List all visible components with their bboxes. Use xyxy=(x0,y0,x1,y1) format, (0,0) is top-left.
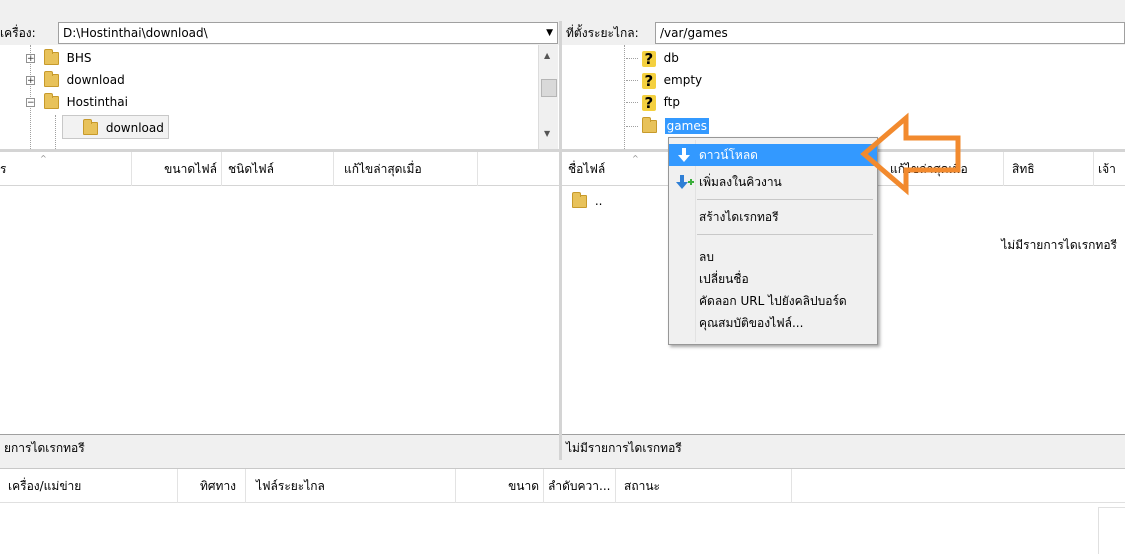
remote-tree-item-selected[interactable]: games xyxy=(626,115,709,137)
top-strip xyxy=(0,0,1125,21)
tree-item-label: BHS xyxy=(66,51,92,65)
local-tree-item[interactable]: − Hostinthai xyxy=(26,91,128,113)
column-header-owner[interactable]: เจ้า xyxy=(1094,152,1125,186)
remote-empty-message: ไม่มีรายการไดเรกทอรี xyxy=(1001,238,1117,252)
column-header-size[interactable]: ขนาด xyxy=(456,469,544,503)
queue-scrollbar[interactable] xyxy=(1098,507,1125,554)
folder-icon xyxy=(572,192,587,208)
column-header-type[interactable]: ชนิดไฟล์ xyxy=(222,152,334,186)
remote-tree-item[interactable]: ? empty xyxy=(626,69,702,91)
tree-item-label: download xyxy=(105,121,164,135)
menu-item-create-directory[interactable]: สร้างไดเรกทอรี xyxy=(669,206,877,228)
column-header-filename[interactable]: ^ ร xyxy=(0,152,132,186)
collapse-icon[interactable]: − xyxy=(26,98,35,108)
tree-item-label: db xyxy=(663,51,679,65)
local-path-value: D:\Hostinthai\download\ xyxy=(63,26,208,40)
local-path-bar: เครื่อง: D:\Hostinthai\download\ ▼ xyxy=(0,21,560,45)
queue-header: เครื่อง/แม่ข่าย ทิศทาง ไฟล์ระยะไกล ขนาด … xyxy=(0,469,1125,503)
column-header-server[interactable]: เครื่อง/แม่ข่าย xyxy=(0,469,178,503)
menu-item-delete[interactable]: ลบ xyxy=(669,246,877,268)
parent-dir-row[interactable]: .. xyxy=(572,192,603,208)
tree-guide xyxy=(624,45,625,149)
remote-status-text: ไม่มีรายการไดเรกทอรี xyxy=(566,441,682,455)
tree-item-label: games xyxy=(664,118,709,134)
column-header-remote-file[interactable]: ไฟล์ระยะไกล xyxy=(246,469,456,503)
column-header-direction[interactable]: ทิศทาง xyxy=(178,469,246,503)
add-to-queue-icon xyxy=(676,175,694,189)
local-tree-scrollbar[interactable]: ▲ ▼ xyxy=(538,45,558,149)
queue-separator[interactable] xyxy=(0,460,1125,469)
menu-item-label: เพิ่มลงในคิวงาน xyxy=(699,175,782,189)
menu-item-add-to-queue[interactable]: เพิ่มลงในคิวงาน xyxy=(669,171,877,193)
local-tree-item[interactable]: + download xyxy=(26,69,125,91)
sort-up-icon: ^ xyxy=(40,154,47,163)
tree-item-label: download xyxy=(66,73,125,87)
scroll-up-icon[interactable]: ▲ xyxy=(544,51,550,60)
menu-item-copy-url[interactable]: คัดลอก URL ไปยังคลิปบอร์ด xyxy=(669,290,877,312)
menu-item-label: ดาวน์โหลด xyxy=(699,148,758,162)
column-header-priority[interactable]: ลำดับควา... xyxy=(544,469,616,503)
folder-icon xyxy=(641,117,657,133)
remote-tree-item[interactable]: ? ftp xyxy=(626,91,680,113)
unknown-question-icon: ? xyxy=(641,50,656,67)
column-header-permissions[interactable]: สิทธิ xyxy=(1004,152,1094,186)
remote-tree: ? db ? empty ? ftp games xyxy=(562,45,1125,149)
local-tree: + BHS + download − Hostinthai download ▲… xyxy=(0,45,560,149)
scroll-down-icon[interactable]: ▼ xyxy=(544,129,550,138)
remote-status-bar: ไม่มีรายการไดเรกทอรี xyxy=(562,434,1125,460)
local-path-input[interactable]: D:\Hostinthai\download\ ▼ xyxy=(58,22,558,44)
orange-pointer-arrow-icon xyxy=(860,112,961,196)
menu-item-download[interactable]: ดาวน์โหลด xyxy=(669,144,877,166)
menu-item-rename[interactable]: เปลี่ยนชื่อ xyxy=(669,268,877,290)
local-path-dropdown-icon[interactable]: ▼ xyxy=(546,23,553,43)
unknown-question-icon: ? xyxy=(641,94,656,111)
column-header-modified[interactable]: แก้ไขล่าสุดเมื่อ xyxy=(334,152,478,186)
tree-item-label: ftp xyxy=(663,95,680,109)
scroll-thumb[interactable] xyxy=(541,79,557,97)
expand-icon[interactable]: + xyxy=(26,54,35,64)
tree-guide xyxy=(55,115,56,149)
sort-up-icon: ^ xyxy=(632,154,639,163)
folder-icon xyxy=(43,71,59,87)
menu-separator xyxy=(697,199,873,200)
folder-icon xyxy=(43,93,59,109)
folder-icon xyxy=(43,49,59,65)
menu-item-file-properties[interactable]: คุณสมบัติของไฟล์... xyxy=(669,312,877,334)
remote-tree-item[interactable]: ? db xyxy=(626,47,679,69)
tree-item-label: Hostinthai xyxy=(66,95,128,109)
local-status-bar: ยการไดเรกทอรี xyxy=(0,434,559,460)
column-header-filename[interactable]: ^ ชื่อไฟล์ xyxy=(562,152,682,186)
download-arrow-icon xyxy=(678,148,690,162)
sort-marker: ร xyxy=(0,162,7,176)
context-menu: ดาวน์โหลด เพิ่มลงในคิวงาน สร้างไดเรกทอรี… xyxy=(668,137,878,345)
menu-item-label: คัดลอก URL ไปยังคลิปบอร์ด xyxy=(699,294,847,308)
parent-dir-label: .. xyxy=(594,194,603,208)
column-header-status[interactable]: สถานะ xyxy=(616,469,792,503)
column-header-label: ชื่อไฟล์ xyxy=(568,162,606,176)
remote-path-input[interactable]: /var/games xyxy=(655,22,1125,44)
tree-item-label: empty xyxy=(663,73,703,87)
menu-item-label: ลบ xyxy=(699,250,714,264)
remote-path-label: ที่ตั้งระยะไกล: xyxy=(566,26,639,40)
local-status-text: ยการไดเรกทอรี xyxy=(4,441,85,455)
local-path-label: เครื่อง: xyxy=(0,26,36,40)
expand-icon[interactable]: + xyxy=(26,76,35,86)
transfer-queue: เครื่อง/แม่ข่าย ทิศทาง ไฟล์ระยะไกล ขนาด … xyxy=(0,469,1125,554)
local-list-header: ^ ร ขนาดไฟล์ ชนิดไฟล์ แก้ไขล่าสุดเมื่อ xyxy=(0,152,559,186)
menu-separator xyxy=(697,234,873,235)
remote-path-value: /var/games xyxy=(660,26,728,40)
local-file-list: ^ ร ขนาดไฟล์ ชนิดไฟล์ แก้ไขล่าสุดเมื่อ xyxy=(0,152,559,434)
folder-icon xyxy=(83,119,98,135)
unknown-question-icon: ? xyxy=(641,72,656,89)
remote-path-bar: ที่ตั้งระยะไกล: /var/games xyxy=(560,21,1125,45)
local-tree-item[interactable]: + BHS xyxy=(26,47,92,69)
menu-item-label: คุณสมบัติของไฟล์... xyxy=(699,316,804,330)
menu-item-label: สร้างไดเรกทอรี xyxy=(699,210,779,224)
local-tree-item-selected[interactable]: download xyxy=(62,115,169,139)
menu-item-label: เปลี่ยนชื่อ xyxy=(699,272,749,286)
column-header-size[interactable]: ขนาดไฟล์ xyxy=(132,152,222,186)
